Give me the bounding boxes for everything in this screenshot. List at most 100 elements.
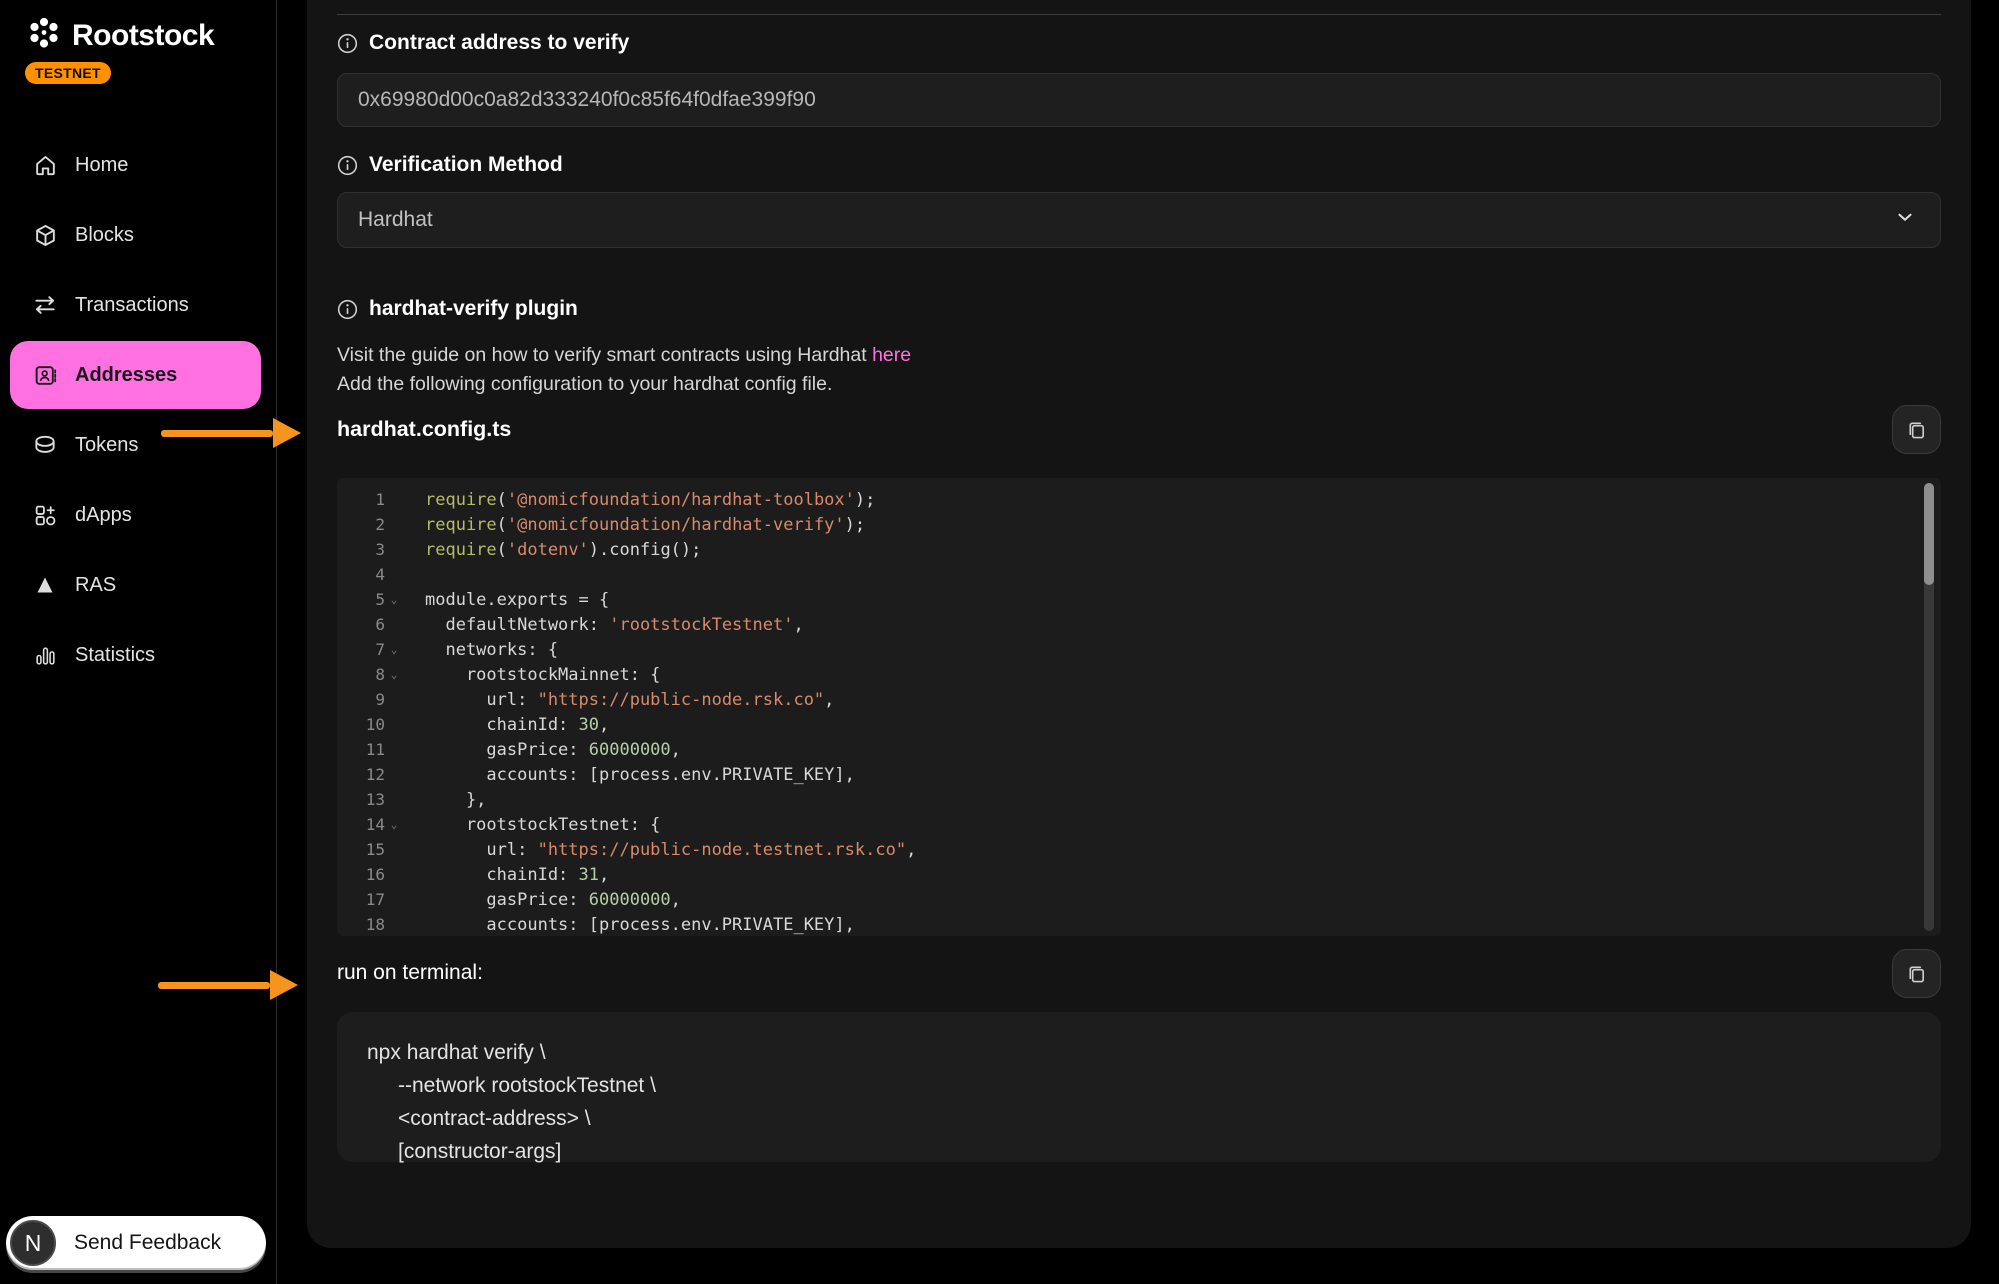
arrow-tail	[158, 982, 270, 989]
sidebar-item-label: Blocks	[75, 224, 134, 247]
code-line: 12 accounts: [process.env.PRIVATE_KEY],	[337, 762, 1941, 787]
contract-address-label-row: Contract address to verify	[337, 31, 629, 55]
contract-address-input[interactable]	[337, 73, 1941, 127]
line-number-gutter: 10	[337, 715, 403, 734]
brand-logo[interactable]: Rootstock	[0, 0, 276, 55]
copy-config-button[interactable]	[1892, 405, 1941, 454]
code-text: defaultNetwork: 'rootstockTestnet',	[403, 615, 804, 635]
code-line: 16 chainId: 31,	[337, 862, 1941, 887]
verification-method-select[interactable]: Hardhat	[337, 192, 1941, 248]
code-text: url: "https://public-node.rsk.co",	[403, 690, 834, 710]
fold-chevron-icon[interactable]: ⌄	[385, 643, 403, 656]
plugin-title: hardhat-verify plugin	[369, 297, 578, 321]
line-number: 4	[349, 565, 385, 584]
line-number-gutter: 2	[337, 515, 403, 534]
code-text: accounts: [process.env.PRIVATE_KEY],	[403, 915, 855, 935]
sidebar-item-blocks[interactable]: Blocks	[0, 200, 277, 270]
info-icon[interactable]	[337, 33, 358, 54]
statistics-icon	[32, 642, 58, 668]
code-text: chainId: 31,	[403, 865, 609, 885]
annotation-arrow-terminal	[158, 970, 298, 1000]
line-number: 2	[349, 515, 385, 534]
code-line: 5⌄module.exports = {	[337, 587, 1941, 612]
line-number-gutter: 7⌄	[337, 640, 403, 659]
line-number: 15	[349, 840, 385, 859]
code-text: rootstockMainnet: {	[403, 665, 660, 685]
code-text: chainId: 30,	[403, 715, 609, 735]
code-text: },	[403, 790, 486, 810]
line-number: 11	[349, 740, 385, 759]
terminal-line: --network rootstockTestnet \	[367, 1069, 1941, 1102]
arrow-head	[270, 970, 298, 1000]
code-text: require('dotenv').config();	[403, 540, 701, 560]
fold-chevron-icon[interactable]: ⌄	[385, 668, 403, 681]
code-scrollbar-thumb[interactable]	[1924, 483, 1934, 585]
sidebar-item-home[interactable]: Home	[0, 130, 277, 200]
line-number-gutter: 17	[337, 890, 403, 909]
code-line: 4	[337, 562, 1941, 587]
config-file-label: hardhat.config.ts	[337, 417, 511, 442]
line-number: 5	[349, 590, 385, 609]
sidebar-item-label: Addresses	[75, 364, 177, 387]
feedback-avatar: N	[10, 1220, 56, 1266]
feedback-label: Send Feedback	[74, 1231, 221, 1255]
guide-link[interactable]: here	[872, 344, 911, 366]
line-number: 8	[349, 665, 385, 684]
line-number-gutter: 5⌄	[337, 590, 403, 609]
contract-address-label: Contract address to verify	[369, 31, 629, 55]
line-number-gutter: 18	[337, 915, 403, 934]
tokens-icon	[32, 432, 58, 458]
fold-chevron-icon[interactable]: ⌄	[385, 593, 403, 606]
brand-name: Rootstock	[72, 19, 214, 53]
home-icon	[32, 152, 58, 178]
terminal-line: npx hardhat verify \	[367, 1036, 1941, 1069]
network-badge[interactable]: TESTNET	[25, 62, 111, 84]
line-number-gutter: 1	[337, 490, 403, 509]
sidebar-item-addresses[interactable]: Addresses	[10, 341, 261, 409]
info-icon[interactable]	[337, 299, 358, 320]
section-divider	[337, 14, 1941, 15]
line-number-gutter: 3	[337, 540, 403, 559]
code-text: url: "https://public-node.testnet.rsk.co…	[403, 840, 916, 860]
arrow-head	[273, 418, 301, 448]
sidebar-item-transactions[interactable]: Transactions	[0, 270, 277, 340]
sidebar-item-statistics[interactable]: Statistics	[0, 620, 277, 690]
verification-method-value: Hardhat	[358, 208, 433, 232]
send-feedback-button[interactable]: N Send Feedback	[6, 1216, 266, 1270]
code-line: 11 gasPrice: 60000000,	[337, 737, 1941, 762]
plugin-title-row: hardhat-verify plugin	[337, 297, 578, 321]
line-number-gutter: 16	[337, 865, 403, 884]
line-number: 14	[349, 815, 385, 834]
terminal-command-block: npx hardhat verify \--network rootstockT…	[337, 1012, 1941, 1162]
line-number: 7	[349, 640, 385, 659]
code-text: networks: {	[403, 640, 558, 660]
config-file-row: hardhat.config.ts	[337, 404, 1941, 454]
copy-command-button[interactable]	[1892, 949, 1941, 998]
info-icon[interactable]	[337, 155, 358, 176]
code-line: 13 },	[337, 787, 1941, 812]
addresses-icon	[32, 362, 58, 388]
sidebar: Rootstock TESTNET Home Blocks Transactions…	[0, 0, 277, 1284]
line-number: 1	[349, 490, 385, 509]
line-number: 16	[349, 865, 385, 884]
line-number: 9	[349, 690, 385, 709]
line-number: 13	[349, 790, 385, 809]
code-line: 6 defaultNetwork: 'rootstockTestnet',	[337, 612, 1941, 637]
guide-paragraph: Visit the guide on how to verify smart c…	[337, 344, 911, 367]
fold-chevron-icon[interactable]: ⌄	[385, 818, 403, 831]
sidebar-item-ras[interactable]: RAS	[0, 550, 277, 620]
line-number-gutter: 14⌄	[337, 815, 403, 834]
code-line: 14⌄ rootstockTestnet: {	[337, 812, 1941, 837]
terminal-line: <contract-address> \	[367, 1102, 1941, 1135]
line-number-gutter: 11	[337, 740, 403, 759]
code-line: 15 url: "https://public-node.testnet.rsk…	[337, 837, 1941, 862]
line-number-gutter: 12	[337, 765, 403, 784]
sidebar-item-dapps[interactable]: dApps	[0, 480, 277, 550]
hardhat-config-code-block: 1require('@nomicfoundation/hardhat-toolb…	[337, 478, 1941, 936]
code-text: gasPrice: 60000000,	[403, 890, 681, 910]
line-number: 6	[349, 615, 385, 634]
sidebar-item-label: dApps	[75, 504, 132, 527]
annotation-arrow-config	[161, 418, 301, 448]
line-number: 12	[349, 765, 385, 784]
config-paragraph: Add the following configuration to your …	[337, 373, 832, 396]
